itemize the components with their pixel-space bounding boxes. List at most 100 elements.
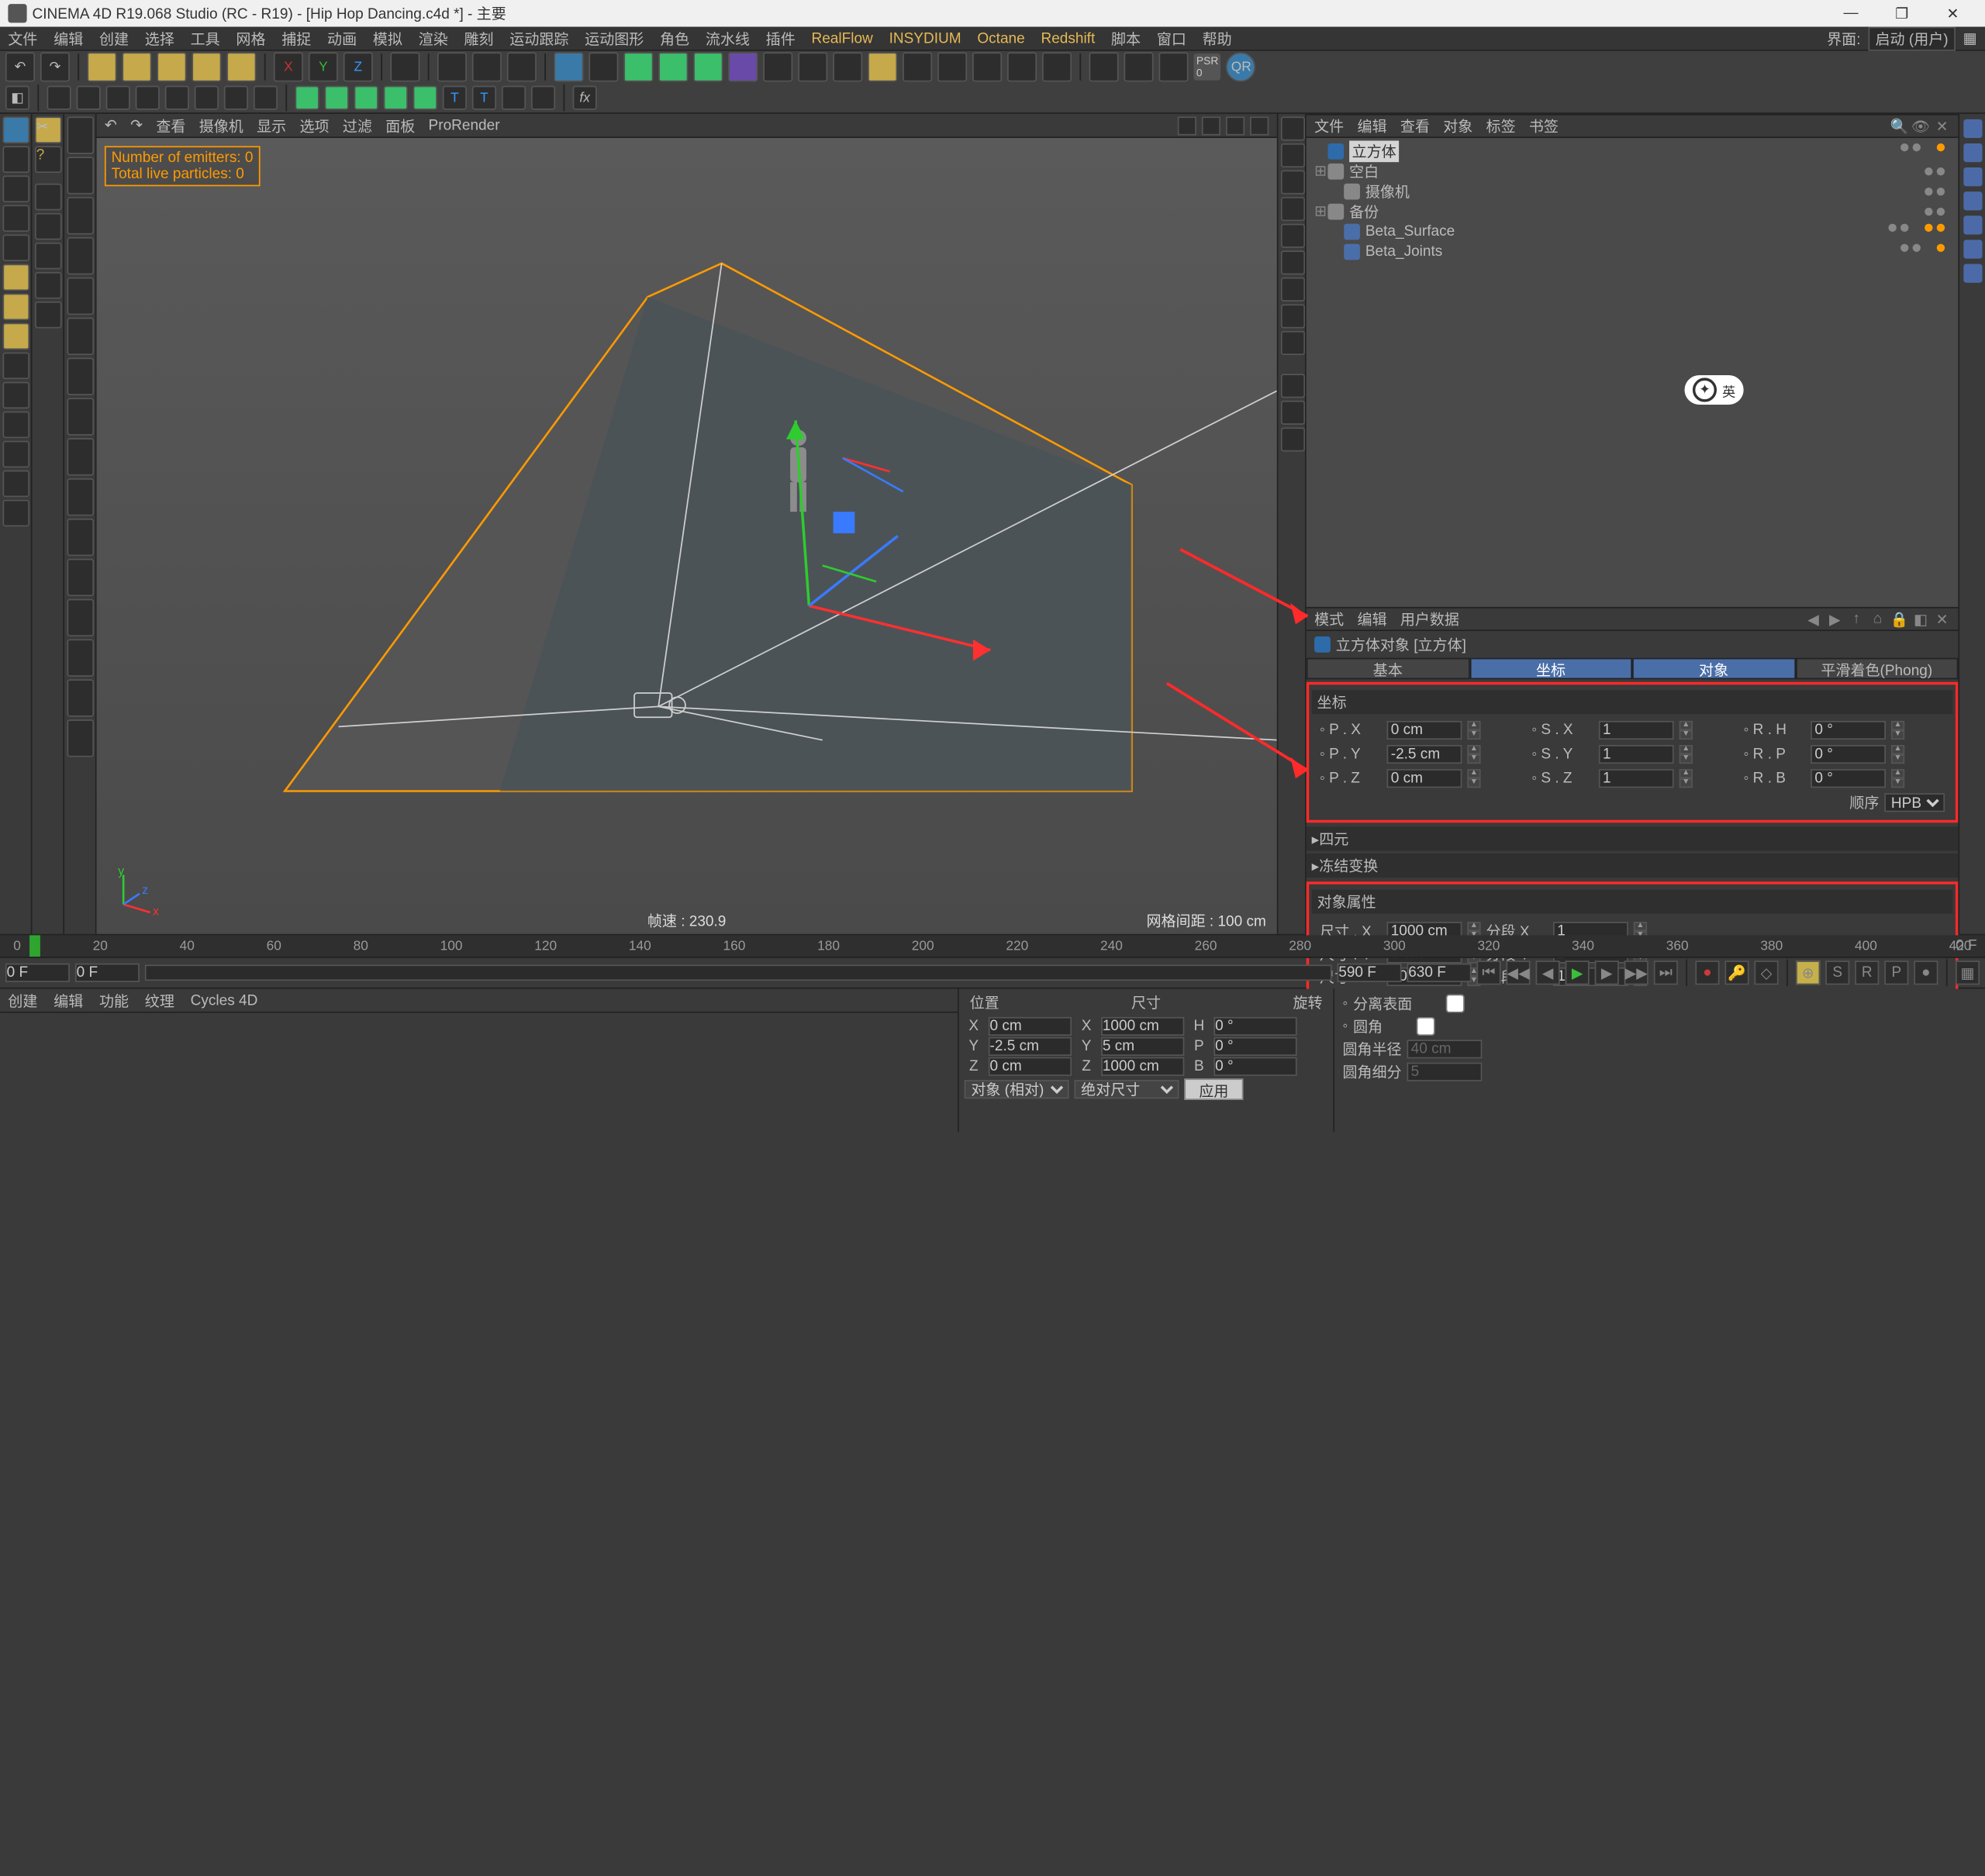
camera-icon[interactable] [798,52,827,81]
am-mode[interactable]: 模式 [1314,609,1344,630]
timeline-ruler[interactable]: 0204060801001201401601802002202402602803… [0,935,1985,957]
menu-create[interactable]: 创建 [99,27,129,49]
object-row-beta-surface[interactable]: Beta_Surface [1314,221,1950,241]
sel-shrink-icon[interactable] [165,86,189,110]
am-edit[interactable]: 编辑 [1357,609,1386,630]
vp-nav-pan-icon[interactable] [1178,116,1196,135]
scale-icon[interactable] [192,52,221,81]
hud-12-icon[interactable] [1281,427,1305,451]
cm-rot-h[interactable] [1213,1017,1296,1036]
help-icon[interactable]: ? [35,146,62,173]
fillet-checkbox[interactable] [1388,1017,1463,1036]
render-settings-icon[interactable] [507,52,537,81]
snap-7-icon[interactable] [67,357,94,395]
cm-size-y[interactable] [1101,1037,1184,1056]
rot-b-input[interactable] [1811,769,1886,788]
scale-z-input[interactable] [1599,769,1674,788]
tweak-mode-icon[interactable] [2,412,29,439]
scale-y-input[interactable] [1599,745,1674,764]
lock-icon[interactable] [2,500,29,527]
key-scale-icon[interactable]: S [1825,960,1849,985]
om-eye-icon[interactable]: 👁 [1913,118,1929,134]
section-freeze[interactable]: ▸冻结变换 [1307,854,1959,878]
menu-tools[interactable]: 工具 [191,27,220,49]
vp-prorender[interactable]: ProRender [429,117,500,133]
am-up-icon[interactable]: ↑ [1849,611,1865,627]
pal-3-icon[interactable] [1963,167,1981,186]
hud-8-icon[interactable] [1281,304,1305,328]
pal-2-icon[interactable] [1963,143,1981,162]
hud-5-icon[interactable] [1281,224,1305,248]
menu-file[interactable]: 文件 [8,27,37,49]
model-mode-icon[interactable] [2,116,29,143]
cube-primitive-icon[interactable] [554,52,583,81]
environment-icon[interactable] [763,52,792,81]
pal-6-icon[interactable] [1963,240,1981,258]
attr-tab-coord[interactable]: 坐标 [1469,658,1632,680]
range-start-input[interactable] [5,964,70,982]
cmd-3-icon[interactable] [35,243,62,270]
edge-mode-icon[interactable] [2,294,29,321]
cm-pos-x[interactable] [989,1017,1072,1036]
pal-1-icon[interactable] [1963,119,1981,138]
joint-icon[interactable] [502,86,526,110]
next-key-icon[interactable]: ▶▶ [1624,960,1648,985]
cm-pos-z[interactable] [989,1057,1072,1076]
rot-h-input[interactable] [1811,721,1886,740]
menu-anim[interactable]: 动画 [327,27,357,49]
cm-mode1-select[interactable]: 对象 (相对) [965,1080,1069,1098]
generator-icon[interactable] [658,52,688,81]
range-end-input[interactable] [1338,964,1402,982]
key-pos-icon[interactable]: ⊕ [1796,960,1820,985]
hud-11-icon[interactable] [1281,401,1305,425]
om-search-icon[interactable]: 🔍 [1891,118,1907,134]
cmd-4-icon[interactable] [35,272,62,299]
minimize-button[interactable]: — [1835,4,1867,22]
cmd-5-icon[interactable] [35,302,62,329]
select-rect-icon[interactable] [122,52,151,81]
sel-point-icon[interactable] [47,86,71,110]
hud-10-icon[interactable] [1281,374,1305,398]
hud-2-icon[interactable] [1281,143,1305,167]
hud-7-icon[interactable] [1281,278,1305,302]
timeline-playhead[interactable] [29,935,40,957]
hud-6-icon[interactable] [1281,250,1305,274]
sel-edge-icon[interactable] [77,86,101,110]
redo-icon[interactable]: ↷ [40,52,70,81]
key-param-icon[interactable]: P [1884,960,1908,985]
undo-icon[interactable]: ↶ [5,52,35,81]
cm-rot-p[interactable] [1213,1037,1296,1056]
effector-2-icon[interactable] [325,86,349,110]
om-close-icon[interactable]: ✕ [1934,118,1950,134]
key-pla-icon[interactable]: ● [1914,960,1938,985]
om-tags[interactable]: 标签 [1486,116,1516,137]
axis-y-icon[interactable]: Y [309,52,338,81]
ime-indicator[interactable]: ✦英 [1685,375,1744,405]
workplane-mode-icon[interactable] [2,175,29,202]
snap-1-icon[interactable] [67,116,94,153]
menu-sculpt[interactable]: 雕刻 [464,27,493,49]
vp-view[interactable]: 查看 [156,115,185,136]
pos-y-input[interactable] [1387,745,1462,764]
hud-4-icon[interactable] [1281,197,1305,221]
mat-edit[interactable]: 编辑 [54,989,83,1011]
vp-display[interactable]: 显示 [257,115,286,136]
xpresso-icon[interactable] [868,52,897,81]
object-row-camera[interactable]: 摄像机 [1314,181,1950,201]
menu-edit[interactable]: 编辑 [54,27,83,49]
object-row-cube[interactable]: 立方体 [1314,140,1950,160]
text-icon[interactable]: T [443,86,467,110]
am-back-icon[interactable]: ◀ [1805,611,1821,627]
prev-frame-icon[interactable]: ◀ [1536,960,1560,985]
snap-14-icon[interactable] [67,639,94,676]
rotate-icon[interactable] [226,52,256,81]
cloth-icon[interactable] [972,52,1002,81]
axis-z-icon[interactable]: Z [343,52,373,81]
sel-loop-icon[interactable] [195,86,219,110]
timeline-layout-icon[interactable]: ▦ [1956,960,1980,985]
menu-plugin[interactable]: 插件 [766,27,796,49]
menu-render[interactable]: 渲染 [419,27,448,49]
vp-nav-zoom-icon[interactable] [1202,116,1220,135]
mat-cycles4d[interactable]: Cycles 4D [191,992,258,1009]
weight-icon[interactable] [531,86,555,110]
